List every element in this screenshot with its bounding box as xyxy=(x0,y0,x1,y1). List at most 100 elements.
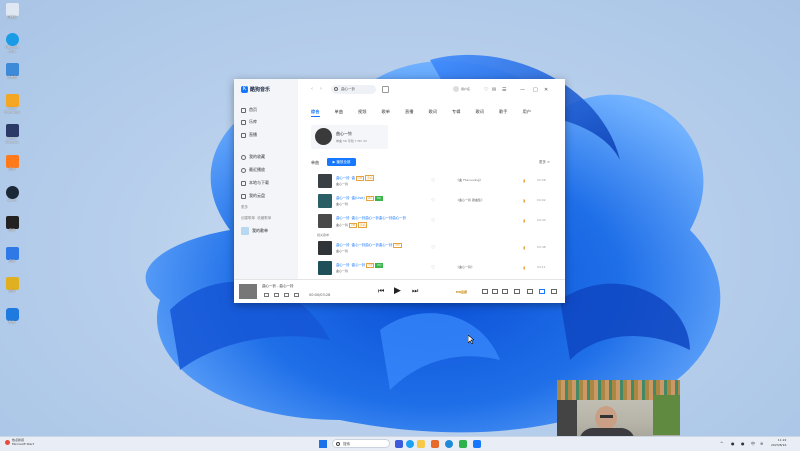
sidebar-item-recent[interactable]: 最近播放 xyxy=(241,167,265,173)
maximize-icon[interactable]: □ xyxy=(533,87,538,93)
tray-overflow-icon[interactable]: ^ xyxy=(720,441,723,446)
equalizer-icon[interactable] xyxy=(527,289,533,294)
listen-recognize-icon[interactable] xyxy=(382,86,389,93)
comment-icon[interactable] xyxy=(284,293,289,297)
active-tab-indicator xyxy=(311,116,320,117)
heart-icon[interactable]: ♡ xyxy=(431,198,435,204)
app-icon[interactable] xyxy=(395,440,403,448)
music-app-window: K 酷狗音乐 首页 乐库 直播 我的收藏 最近播放 本地与下载 我的云盘 更多 … xyxy=(234,79,565,303)
desktop-icon[interactable]: Adobe Premiere xyxy=(3,124,21,144)
heart-icon[interactable]: ♡ xyxy=(431,178,435,184)
desktop-icon[interactable]: 应用 xyxy=(3,155,21,172)
volume-icon[interactable] xyxy=(492,289,498,294)
sidebar-item-library[interactable]: 乐库 xyxy=(241,119,257,125)
now-playing-cover[interactable] xyxy=(239,284,257,299)
artist-card[interactable]: 曲心一铃 单曲 56 专辑 7 MV 32 xyxy=(311,125,388,149)
app-icon[interactable] xyxy=(431,440,439,448)
skin-icon[interactable]: ♡ xyxy=(484,87,488,93)
song-cover xyxy=(318,194,332,208)
avatar xyxy=(453,86,459,92)
tab-live[interactable]: 直播 xyxy=(405,109,429,115)
search-icon xyxy=(336,442,340,446)
play-all-button[interactable]: ▶ 播放全部 xyxy=(327,158,356,166)
playlist-icon[interactable] xyxy=(551,289,557,294)
sidebar-item-downloads[interactable]: 本地与下载 xyxy=(241,180,269,186)
settings-icon[interactable]: ☰ xyxy=(502,87,506,93)
playlist-filter-tab[interactable]: 收藏歌单 xyxy=(257,216,271,220)
sidebar-item-home[interactable]: 首页 xyxy=(241,107,257,113)
song-row[interactable]: 曲心一铃 ·曲 VIP 原唱 曲心一铃 ♡ 《曲 The Loving》 ▮ 03:… xyxy=(311,172,556,191)
tab-songs[interactable]: 单曲 xyxy=(335,109,359,115)
download-icon[interactable] xyxy=(274,293,279,297)
close-icon[interactable]: ✕ xyxy=(544,87,548,93)
search-icon xyxy=(334,87,338,91)
clock[interactable]: 11:22 2023/8/16 xyxy=(771,438,786,447)
playlist-section-tab[interactable]: 创建歌单 收藏歌单 xyxy=(241,216,271,221)
desktop-icon[interactable]: 此电脑 xyxy=(3,63,21,80)
desktop-icon[interactable]: Steam xyxy=(3,186,21,203)
sidebar-item-live[interactable]: 直播 xyxy=(241,132,257,138)
desktop-icon[interactable]: Microsoft Edge xyxy=(3,33,21,53)
tab-videos[interactable]: 视频 xyxy=(358,109,382,115)
artist-name: 曲心一铃 xyxy=(336,131,352,136)
browser-icon[interactable] xyxy=(445,440,453,448)
back-icon[interactable]: ‹ xyxy=(311,86,313,92)
edge-icon[interactable] xyxy=(406,440,414,448)
playlist-queue-icon[interactable] xyxy=(539,289,545,294)
desktop-icon[interactable]: 回收站 xyxy=(3,3,21,20)
play-icon[interactable]: ▶ xyxy=(394,286,401,296)
language-indicator[interactable]: 中 xyxy=(751,441,755,447)
tray-app-icon[interactable]: ● xyxy=(731,441,735,446)
next-icon[interactable]: ⏭ xyxy=(412,287,418,296)
search-input[interactable]: 曲心一铃 xyxy=(331,85,376,94)
lyrics-icon[interactable] xyxy=(502,289,508,294)
tab-albums[interactable]: 专辑 xyxy=(452,109,476,115)
like-icon[interactable] xyxy=(264,293,269,297)
desktop-icon[interactable]: 应用 xyxy=(3,277,21,294)
desktop-icon[interactable]: 应用 xyxy=(3,216,21,233)
message-icon[interactable]: ✉ xyxy=(492,87,496,93)
song-row[interactable]: 曲心一铃 ·曲心一铃曲心一铃曲心一铃曲心一铃 曲心一铃 VIP 原唱 ♡ ▮ 04:… xyxy=(311,212,556,231)
sidebar-item-cloud[interactable]: 我的云盘 xyxy=(241,193,265,199)
previous-icon[interactable]: ⏮ xyxy=(378,287,384,296)
quality-badge[interactable]: HQ音质 xyxy=(456,290,467,294)
more-icon[interactable] xyxy=(294,293,299,297)
tray-app-icon[interactable]: ● xyxy=(741,441,745,446)
taskbar-search-input[interactable]: 搜索 xyxy=(332,439,390,448)
tab-all[interactable]: 综合 xyxy=(311,109,335,115)
tab-playlists[interactable]: 歌单 xyxy=(382,109,406,115)
library-icon xyxy=(241,119,246,125)
heart-icon[interactable]: ♡ xyxy=(431,218,435,224)
tab-singers[interactable]: 歌手 xyxy=(499,109,523,115)
plant xyxy=(653,395,680,435)
song-row[interactable]: 曲心一铃 ·曲心一铃 VIP HQ 曲心一铃 ♡ 《曲心一铃》 ▮ 04:11 xyxy=(311,259,556,278)
person-head xyxy=(595,406,617,430)
tab-lyrics[interactable]: 歌词 xyxy=(429,109,453,115)
forward-icon[interactable]: › xyxy=(320,86,322,92)
heart-icon[interactable]: ♡ xyxy=(431,245,435,251)
more-link[interactable]: 更多 > xyxy=(539,160,550,165)
file-explorer-icon[interactable] xyxy=(417,440,425,448)
signal-icon: ▮ xyxy=(523,198,526,203)
song-row[interactable]: 曲心一铃 ·曲(Live) VIP HQ 曲心一铃 ♡ 《曲心一铃 歌曲集》 ▮ 0… xyxy=(311,192,556,211)
network-icon[interactable]: ≋ xyxy=(760,441,763,446)
loop-icon[interactable] xyxy=(482,289,488,294)
desktop-icon[interactable]: 酷狗 xyxy=(3,308,21,325)
song-row[interactable]: 曲心一铃 ·曲心一铃曲心一铃曲心一铃 VIP 曲心一铃 ♡ ▮ 03:48 xyxy=(311,239,556,258)
app-icon[interactable] xyxy=(459,440,467,448)
desktop-icon[interactable]: 应用 xyxy=(3,247,21,264)
heart-icon[interactable]: ♡ xyxy=(431,265,435,271)
minimize-icon[interactable]: — xyxy=(520,87,525,93)
user-profile[interactable]: 用户名 xyxy=(453,86,470,92)
tab-users[interactable]: 用户 xyxy=(523,109,547,115)
sidebar-more[interactable]: 更多 xyxy=(241,205,248,210)
start-button[interactable] xyxy=(319,440,327,448)
now-playing-title[interactable]: 曲心一铃 - 曲心一铃 xyxy=(262,284,294,289)
tab-lyrics-2[interactable]: 歌词 xyxy=(476,109,500,115)
sidebar-playlist-item[interactable]: 我的歌单 xyxy=(241,227,268,235)
kugou-icon[interactable] xyxy=(473,440,481,448)
desktop-icon[interactable]: Adobe Photoshop xyxy=(3,94,21,114)
news-widget[interactable]: 热点新闻 Microsoft Start xyxy=(5,438,34,446)
sidebar-item-favorites[interactable]: 我的收藏 xyxy=(241,154,265,160)
effects-icon[interactable] xyxy=(514,289,520,294)
